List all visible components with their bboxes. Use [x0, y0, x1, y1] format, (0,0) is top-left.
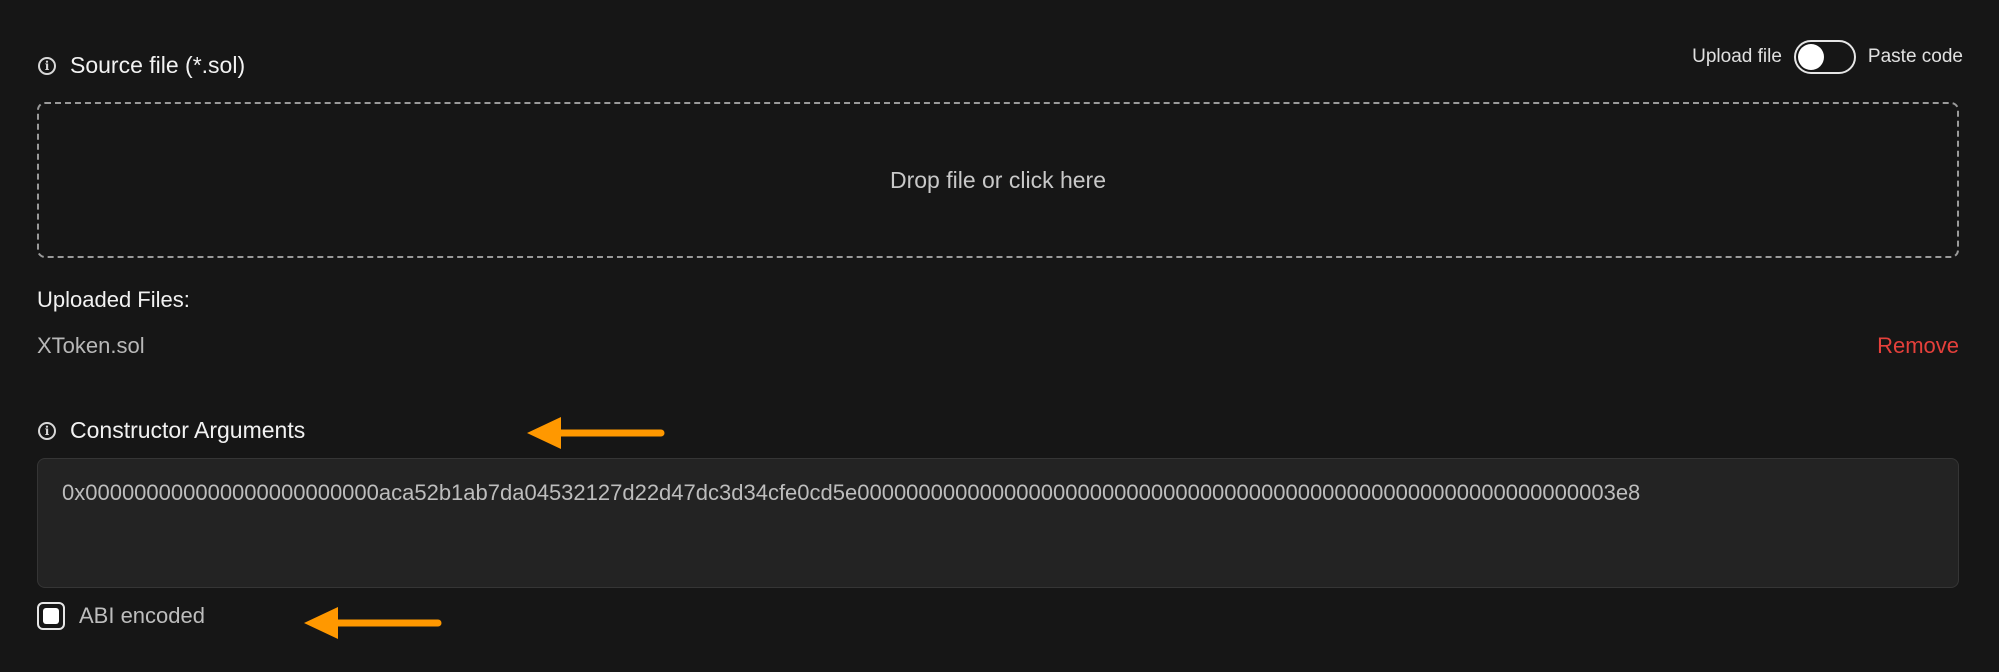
uploaded-file-row: XToken.sol Remove	[37, 333, 1959, 359]
source-file-title: Source file (*.sol)	[70, 52, 246, 78]
dropzone-text: Drop file or click here	[889, 166, 1107, 193]
arrow-left-icon	[527, 417, 665, 449]
upload-file-label: Upload file	[1692, 46, 1782, 67]
contract-verify-panel: i Source file (*.sol) Upload file Paste …	[0, 0, 1999, 672]
constructor-args-title: Constructor Arguments	[70, 417, 306, 443]
arrow-left-icon	[304, 607, 442, 639]
toggle-knob	[1797, 44, 1824, 70]
file-dropzone[interactable]: Drop file or click here	[37, 102, 1959, 258]
abi-encoded-label: ABI encoded	[79, 603, 205, 628]
abi-encoded-row: ABI encoded	[37, 602, 205, 630]
info-icon: i	[38, 56, 56, 75]
source-file-header: i Source file (*.sol)	[38, 52, 245, 79]
constructor-args-textarea[interactable]: 0x000000000000000000000000aca52b1ab7da04…	[37, 458, 1959, 588]
upload-paste-toggle[interactable]	[1793, 40, 1856, 74]
info-icon: i	[38, 421, 56, 440]
uploaded-file-name: XToken.sol	[37, 333, 145, 358]
checkbox-check-mark	[43, 608, 59, 624]
paste-code-label: Paste code	[1867, 46, 1963, 67]
constructor-args-header: i Constructor Arguments	[38, 417, 305, 444]
uploaded-files-label: Uploaded Files:	[37, 287, 190, 312]
upload-mode-toggle-group: Upload file Paste code	[1692, 40, 1963, 74]
abi-encoded-checkbox[interactable]	[37, 602, 65, 630]
remove-file-link[interactable]: Remove	[1877, 333, 1959, 359]
